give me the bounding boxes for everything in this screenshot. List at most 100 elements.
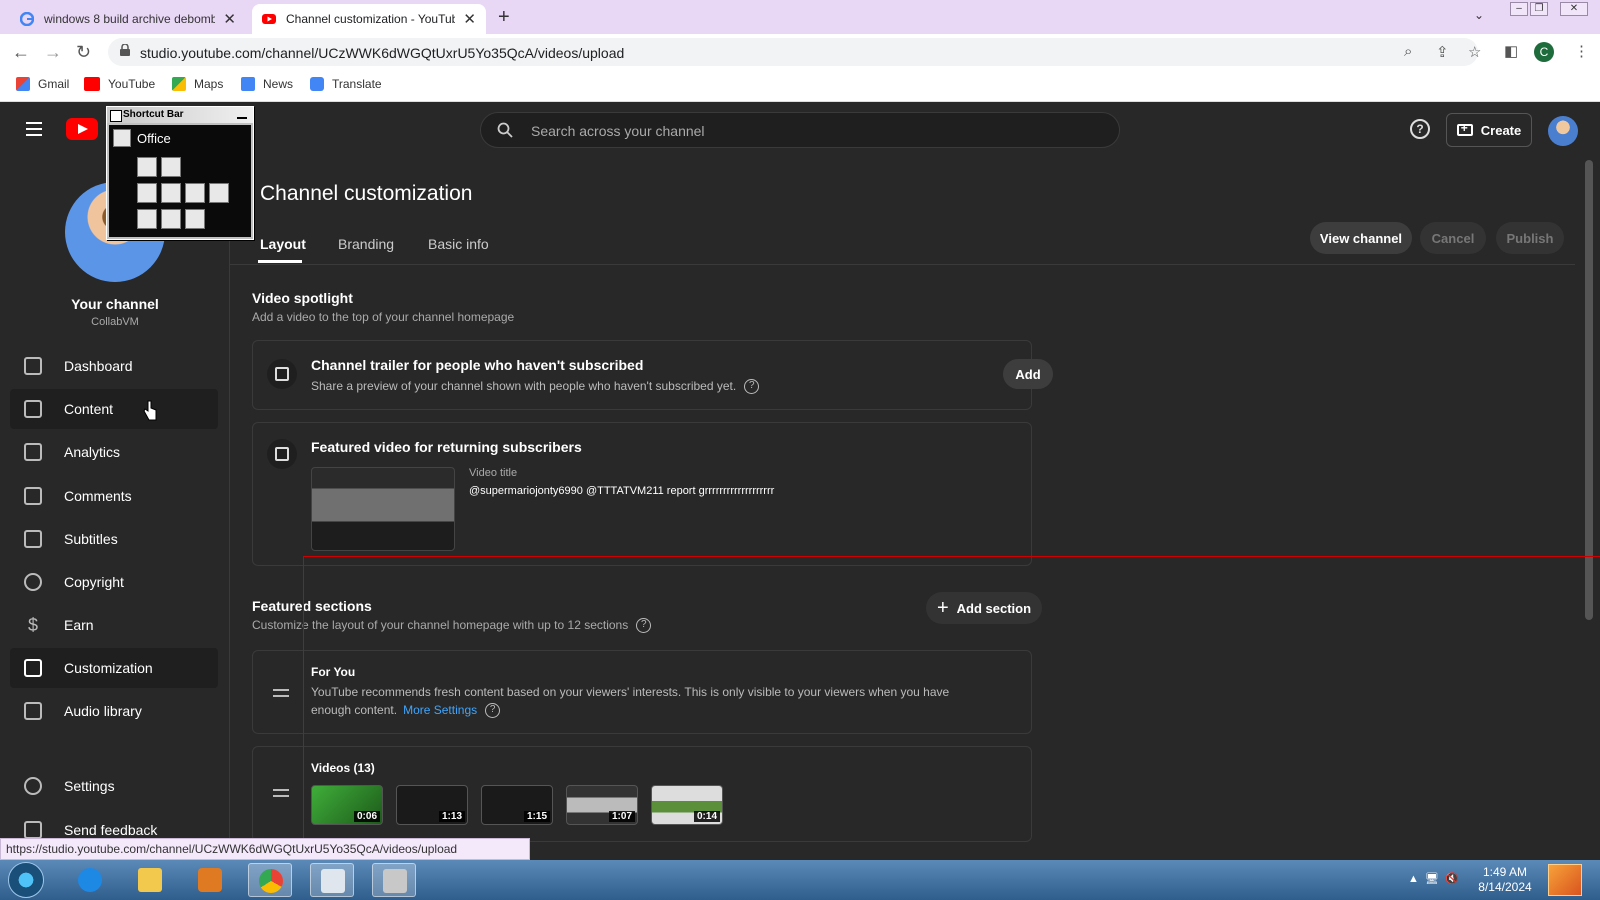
profile-avatar[interactable]: C: [1534, 42, 1554, 62]
close-tab-icon[interactable]: ✕: [463, 10, 476, 28]
internet-icon[interactable]: [161, 209, 181, 229]
featured-video-thumbnail[interactable]: [311, 467, 455, 551]
clock[interactable]: 1:49 AM 8/14/2024: [1474, 865, 1536, 895]
browser-tab-youtube-studio[interactable]: Channel customization - YouTube ✕: [252, 4, 486, 34]
restore-window-icon[interactable]: ❐: [1530, 2, 1548, 16]
sidebar-item-label: Subtitles: [64, 531, 118, 547]
sidebar-item-audio-library[interactable]: Audio library: [10, 691, 218, 731]
menu-icon[interactable]: [26, 122, 42, 136]
bookmark-news[interactable]: News: [241, 77, 293, 91]
chrome-taskbar[interactable]: [248, 863, 292, 897]
sidebar-item-comments[interactable]: Comments: [10, 476, 218, 516]
youtube-studio-logo[interactable]: [66, 118, 98, 140]
office-taskbar[interactable]: [310, 863, 354, 897]
browser-tab-bar: windows 8 build archive debomb ✕ Channel…: [0, 0, 1600, 34]
forward-icon[interactable]: →: [44, 42, 62, 63]
tab-layout[interactable]: Layout: [260, 236, 306, 252]
active-tab-indicator: [258, 260, 302, 263]
drag-handle-icon[interactable]: [273, 689, 289, 697]
share-icon[interactable]: ⇪: [1436, 43, 1449, 61]
help-icon[interactable]: ?: [744, 379, 760, 395]
create-button[interactable]: Create: [1446, 113, 1532, 147]
browser-tab-google[interactable]: windows 8 build archive debomb ✕: [10, 4, 246, 34]
address-bar[interactable]: studio.youtube.com/channel/UCzWWK6dWGQtU…: [108, 38, 1481, 66]
search-input[interactable]: Search across your channel: [480, 112, 1120, 148]
bookmark-gmail[interactable]: Gmail: [16, 77, 69, 91]
note-icon[interactable]: [209, 183, 229, 203]
app-taskbar[interactable]: [372, 863, 416, 897]
sidebar-item-earn[interactable]: $ Earn: [10, 605, 218, 645]
sidebar-item-customization[interactable]: Customization: [10, 648, 218, 688]
tab-search-icon[interactable]: ⌄: [1474, 8, 1484, 22]
contact-icon[interactable]: [161, 183, 181, 203]
shortcut-bar-title[interactable]: Shortcut Bar: [107, 107, 253, 123]
browser-toolbar: ← → ↻ studio.youtube.com/channel/UCzWWK6…: [0, 34, 1600, 70]
bookmarks-bar: Gmail YouTube Maps News Translate: [0, 70, 1600, 102]
media-player-taskbar[interactable]: [188, 863, 232, 897]
internet-explorer-taskbar[interactable]: [68, 863, 112, 897]
close-window-icon[interactable]: ✕: [1560, 2, 1588, 16]
reload-icon[interactable]: ↻: [76, 42, 91, 63]
sidebar-item-copyright[interactable]: Copyright: [10, 562, 218, 602]
sidebar-item-dashboard[interactable]: Dashboard: [10, 346, 218, 386]
new-document-icon[interactable]: [137, 157, 157, 177]
add-trailer-button[interactable]: Add: [1003, 359, 1053, 389]
sidebar-item-label: Customization: [64, 660, 153, 676]
bookmark-label: Translate: [332, 77, 382, 91]
office-group[interactable]: Office: [113, 129, 171, 147]
minimize-icon[interactable]: [237, 109, 247, 119]
back-icon[interactable]: ←: [12, 42, 30, 63]
video-thumbnail[interactable]: 1:13: [396, 785, 468, 825]
bookmark-translate[interactable]: Translate: [310, 77, 382, 91]
bookmark-star-icon[interactable]: ☆: [1468, 43, 1481, 61]
system-tray-icons[interactable]: ▲ 🖥 🔇: [1408, 872, 1459, 885]
close-tab-icon[interactable]: ✕: [223, 10, 236, 28]
task-icon[interactable]: [185, 183, 205, 203]
video-thumbnail[interactable]: 0:06: [311, 785, 383, 825]
drag-handle-icon[interactable]: [273, 789, 289, 797]
video-thumbnail[interactable]: 1:15: [481, 785, 553, 825]
help-icon[interactable]: ?: [1410, 119, 1430, 139]
zoom-icon[interactable]: ⌕: [1404, 43, 1412, 60]
publish-button[interactable]: Publish: [1496, 222, 1564, 254]
cancel-button[interactable]: Cancel: [1420, 222, 1486, 254]
journal-icon[interactable]: [185, 209, 205, 229]
office-icon: [113, 129, 131, 147]
add-section-label: Add section: [956, 600, 1032, 616]
sidebar-item-content[interactable]: Content: [10, 389, 218, 429]
more-settings-link[interactable]: More Settings: [403, 703, 477, 717]
bookmark-maps[interactable]: Maps: [172, 77, 223, 91]
sidebar-item-settings[interactable]: Settings: [10, 766, 218, 806]
sidebar-item-label: Send feedback: [64, 822, 158, 838]
side-panel-icon[interactable]: ◧: [1504, 42, 1518, 60]
video-thumbnail[interactable]: 1:07: [566, 785, 638, 825]
browser-menu-icon[interactable]: ⋮: [1574, 42, 1589, 60]
explorer-taskbar[interactable]: [128, 863, 172, 897]
help-icon[interactable]: ?: [485, 703, 501, 719]
show-desktop-button[interactable]: [1548, 864, 1582, 896]
video-duration: 1:15: [523, 811, 550, 822]
start-button[interactable]: [8, 862, 44, 898]
url-text[interactable]: studio.youtube.com/channel/UCzWWK6dWGQtU…: [140, 45, 624, 61]
video-duration: 0:14: [693, 811, 720, 822]
video-title-label: Video title: [469, 467, 518, 479]
new-tab-button[interactable]: +: [498, 6, 510, 29]
minimize-window-icon[interactable]: –: [1510, 2, 1528, 16]
trailer-desc-text: Share a preview of your channel shown wi…: [311, 379, 737, 393]
help-icon[interactable]: ?: [636, 618, 652, 634]
open-document-icon[interactable]: [161, 157, 181, 177]
tab-basic-info[interactable]: Basic info: [428, 236, 489, 252]
scrollbar[interactable]: [1585, 160, 1593, 620]
sidebar-item-analytics[interactable]: Analytics: [10, 432, 218, 472]
add-section-button[interactable]: + Add section: [926, 592, 1042, 624]
trailer-title: Channel trailer for people who haven't s…: [311, 357, 644, 373]
bookmark-youtube[interactable]: YouTube: [84, 77, 155, 91]
message-icon[interactable]: [137, 209, 157, 229]
appointment-icon[interactable]: [137, 183, 157, 203]
for-you-section-card: For You YouTube recommends fresh content…: [252, 650, 1032, 734]
sidebar-item-subtitles[interactable]: Subtitles: [10, 519, 218, 559]
view-channel-button[interactable]: View channel: [1310, 222, 1412, 254]
tab-branding[interactable]: Branding: [338, 236, 394, 252]
account-avatar[interactable]: [1548, 116, 1578, 146]
video-thumbnail[interactable]: 0:14: [651, 785, 723, 825]
